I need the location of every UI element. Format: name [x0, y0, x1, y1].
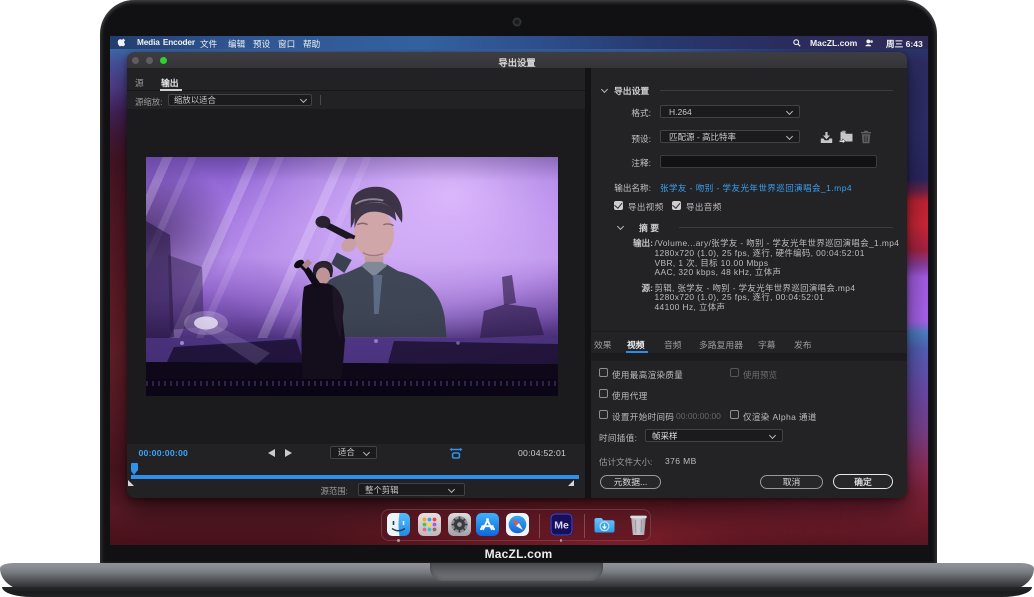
svg-text:Me: Me	[554, 519, 569, 531]
